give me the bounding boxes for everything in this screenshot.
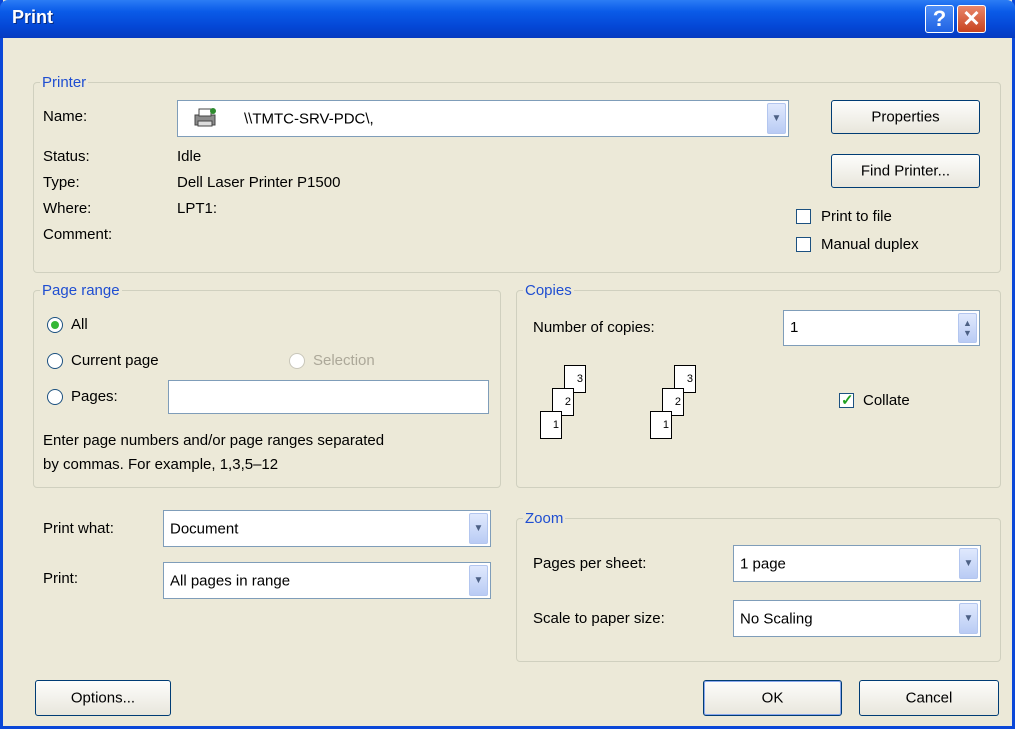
- print-to-file-label[interactable]: Print to file: [821, 208, 892, 225]
- printer-name-value: \\TMTC-SRV-PDC\,: [244, 110, 374, 127]
- status-label: Status:: [43, 148, 90, 165]
- page-range-hint-line1: Enter page numbers and/or page ranges se…: [43, 432, 385, 449]
- page-range-legend: Page range: [40, 282, 122, 299]
- printer-legend: Printer: [40, 74, 89, 91]
- copies-legend: Copies: [523, 282, 574, 299]
- pages-per-sheet-label: Pages per sheet:: [533, 555, 647, 572]
- window-title: Print: [12, 7, 54, 27]
- ok-button[interactable]: OK: [703, 680, 842, 716]
- selection-radio: [289, 353, 305, 369]
- chevron-down-icon[interactable]: ▼: [959, 548, 978, 579]
- current-page-label[interactable]: Current page: [71, 352, 159, 369]
- print-label: Print:: [43, 570, 79, 587]
- cancel-button[interactable]: Cancel: [859, 680, 999, 716]
- manual-duplex-checkbox[interactable]: [796, 237, 811, 252]
- page-range-hint-line2: by commas. For example, 1,3,5–12: [43, 456, 279, 473]
- pages-per-sheet-select[interactable]: 1 page ▼: [733, 545, 981, 582]
- chevron-down-icon[interactable]: ▼: [469, 565, 488, 596]
- number-of-copies-label: Number of copies:: [533, 319, 655, 336]
- print-what-select[interactable]: Document ▼: [163, 510, 491, 547]
- scale-to-paper-size-select[interactable]: No Scaling ▼: [733, 600, 981, 637]
- copies-value: 1: [790, 319, 799, 336]
- where-value: LPT1:: [177, 200, 218, 217]
- print-select[interactable]: All pages in range ▼: [163, 562, 491, 599]
- title-bar[interactable]: Print ? ✕: [0, 0, 1015, 38]
- collate-stack-2-icon: 3 2 1: [649, 365, 719, 461]
- selection-label: Selection: [313, 352, 375, 369]
- zoom-group: Zoom: [516, 510, 1001, 662]
- all-label[interactable]: All: [71, 316, 88, 333]
- print-dialog: Print ? ✕ Printer Name: \\TMTC-SRV-PDC\,…: [0, 0, 1015, 729]
- chevron-down-icon[interactable]: ▼: [959, 603, 978, 634]
- printer-name-select[interactable]: \\TMTC-SRV-PDC\, ▼: [177, 100, 789, 137]
- print-what-label: Print what:: [43, 520, 114, 537]
- properties-button[interactable]: Properties: [831, 100, 980, 134]
- copies-spinner[interactable]: 1 ▲ ▼: [783, 310, 980, 346]
- zoom-legend: Zoom: [523, 510, 566, 527]
- help-icon[interactable]: ?: [925, 5, 954, 33]
- close-icon[interactable]: ✕: [957, 5, 986, 33]
- manual-duplex-label[interactable]: Manual duplex: [821, 236, 919, 253]
- pages-input[interactable]: [168, 380, 489, 414]
- current-page-radio[interactable]: [47, 353, 63, 369]
- name-label: Name:: [43, 108, 88, 125]
- pages-label[interactable]: Pages:: [71, 388, 118, 405]
- where-label: Where:: [43, 200, 92, 217]
- chevron-down-icon[interactable]: ▼: [469, 513, 488, 544]
- printer-icon: [192, 107, 218, 129]
- collate-checkbox[interactable]: [839, 391, 854, 409]
- comment-label: Comment:: [43, 226, 113, 243]
- status-value: Idle: [177, 148, 202, 165]
- find-printer-button[interactable]: Find Printer...: [831, 154, 980, 188]
- print-to-file-checkbox[interactable]: [796, 209, 811, 224]
- scale-to-paper-size-label: Scale to paper size:: [533, 610, 665, 627]
- chevron-down-icon[interactable]: ▼: [767, 103, 786, 134]
- options-button[interactable]: Options...: [35, 680, 171, 716]
- spinner-updown-icon[interactable]: ▲ ▼: [958, 313, 977, 343]
- type-label: Type:: [43, 174, 80, 191]
- type-value: Dell Laser Printer P1500: [177, 174, 341, 191]
- all-radio[interactable]: [47, 317, 63, 333]
- collate-label[interactable]: Collate: [863, 392, 910, 409]
- pages-radio[interactable]: [47, 389, 63, 405]
- collate-stack-1-icon: 3 2 1: [539, 365, 609, 461]
